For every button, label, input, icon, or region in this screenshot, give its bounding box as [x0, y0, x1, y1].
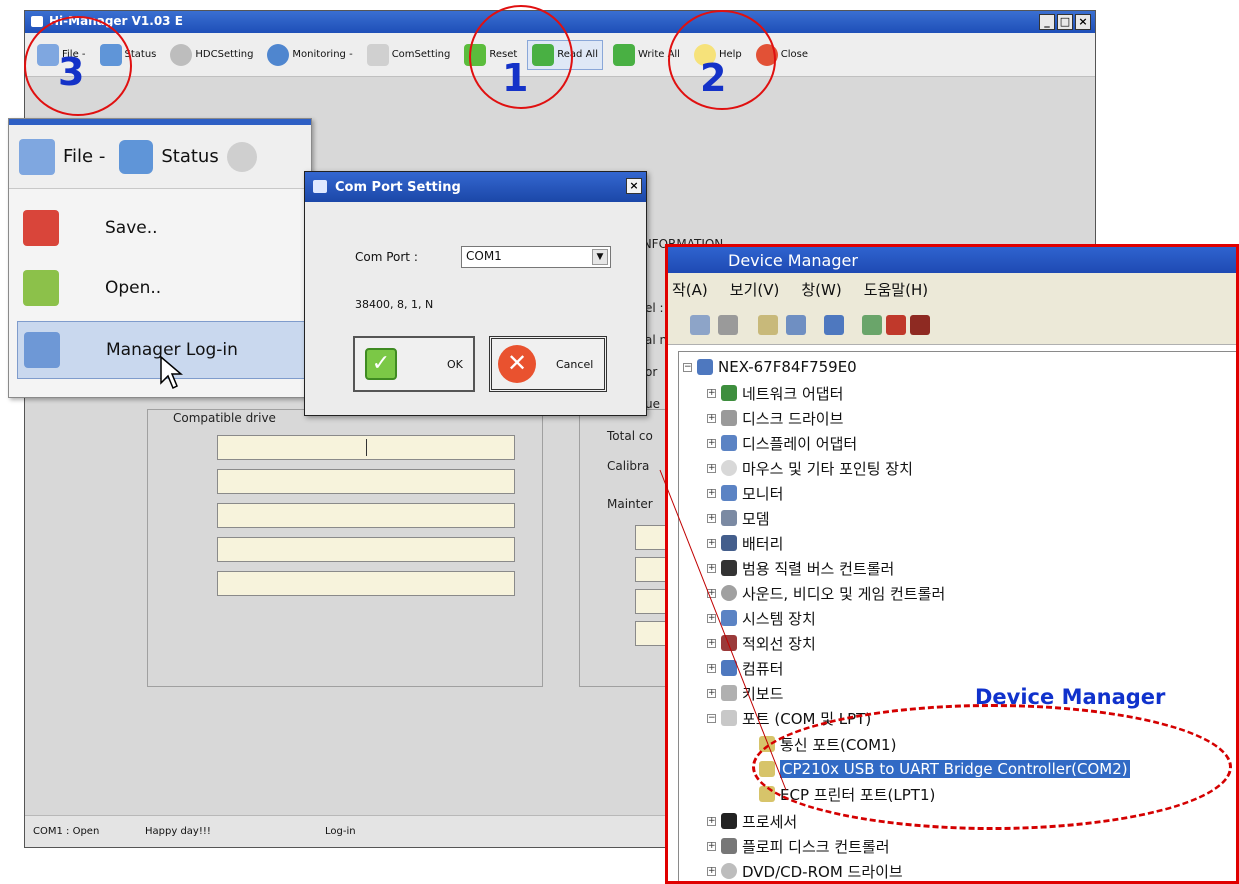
highlight-ellipse-com2: [752, 704, 1232, 830]
